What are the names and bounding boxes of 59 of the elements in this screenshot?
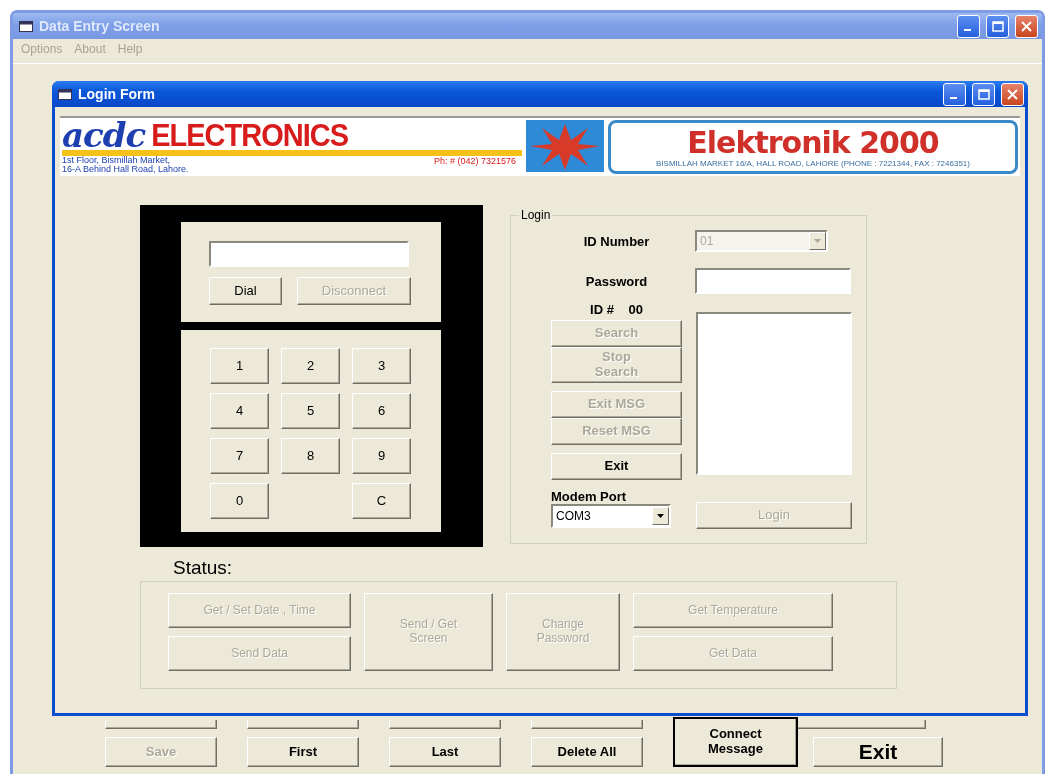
partial-button[interactable] [247,720,359,729]
status-label: Status: [173,557,234,579]
toolbar-button[interactable]: First [247,737,359,767]
toolbar-button[interactable]: Connect Message [673,717,798,767]
close-button[interactable] [1015,14,1038,38]
keypad-key[interactable]: 1 [210,348,269,384]
address-text: 1st Floor, Bismillah Market, 16-A Behind Hall Road, Lahore. [62,156,189,174]
keypad-key[interactable]: 5 [281,393,340,429]
partial-button[interactable] [389,720,501,729]
maximize-icon [991,20,1004,32]
window-icon [58,88,72,100]
password-field[interactable] [695,268,851,294]
toolbar-button[interactable]: Last [389,737,501,767]
star-logo-icon [526,120,604,172]
caret-icon [657,514,664,518]
maximize-icon [977,88,990,100]
phone-text: Ph: # (042) 7321576 [433,156,516,166]
keypad-key[interactable]: 6 [352,393,411,429]
minimize-icon [963,29,971,31]
window-title: Data Entry Screen [39,18,161,34]
keypad-key[interactable]: 7 [210,438,269,474]
field-label: Modem Port [551,489,628,504]
login-action-button[interactable]: Exit [551,453,682,480]
close-icon [1021,20,1032,32]
dropdown-button[interactable] [652,507,669,525]
keypad-key[interactable]: 3 [352,348,411,384]
field-label: Password [584,273,649,289]
keypad-key[interactable]: 0 [210,483,269,519]
window-title: Login Form [78,86,156,102]
brand-address: BISMILLAH MARKET 16/A, HALL ROAD, LAHORE (PHONE : 7221344, FAX : 7246351) [656,158,970,168]
window-icon [19,20,33,32]
partial-button[interactable] [796,720,926,729]
close-button[interactable] [1001,82,1024,106]
id-label: ID # 00 [589,302,644,318]
port-dropdown[interactable]: COM3 [551,504,671,528]
close-icon [1007,88,1018,100]
group-title: Login [520,208,552,222]
number-field[interactable] [209,241,409,267]
partial-button[interactable] [105,720,217,729]
partial-button[interactable] [531,720,643,729]
brand-name: Elektronik 2000 [687,126,939,159]
keypad-key[interactable]: 9 [352,438,411,474]
keypad-key[interactable]: 4 [210,393,269,429]
keypad-key[interactable]: 8 [281,438,340,474]
caret-icon [814,239,821,243]
toolbar-button[interactable]: Exit [813,737,943,767]
message-list[interactable] [696,312,852,475]
field-label: ID Number [582,233,651,249]
logo-text: acdc [62,120,146,150]
toolbar-button[interactable]: Delete All [531,737,643,767]
minimize-button[interactable] [943,82,966,106]
keypad-key[interactable]: 2 [281,348,340,384]
minimize-button[interactable] [957,14,980,38]
maximize-button[interactable] [972,82,995,106]
minimize-icon [949,97,957,99]
company-name: ELECTRONICS [151,118,349,152]
dial-button[interactable]: Dial [209,277,282,305]
keypad-key[interactable]: C [352,483,411,519]
maximize-button[interactable] [986,14,1009,38]
